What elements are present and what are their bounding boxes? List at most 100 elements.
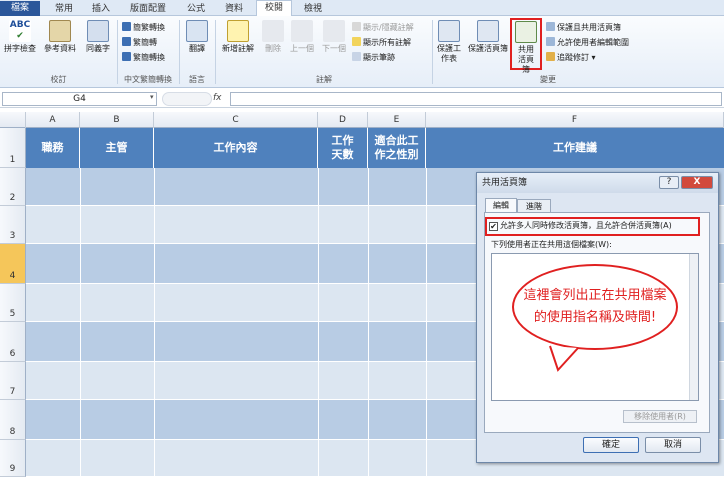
show-all-comments-button[interactable]: 顯示所有註解	[352, 37, 411, 49]
allow-edit-ranges-button[interactable]: 允許使用者編輯範圍	[546, 37, 629, 49]
remove-user-button[interactable]: 移除使用者(R)	[623, 410, 697, 423]
allow-multi-user-checkbox[interactable]: ✔	[489, 222, 498, 231]
thesaurus-book-icon	[87, 20, 109, 42]
protect-workbook-button[interactable]: 保護活頁簿	[466, 20, 510, 54]
group-label-chinese: 中文繁簡轉換	[124, 75, 172, 84]
new-comment-label: 新增註解	[222, 44, 254, 53]
delete-comment-icon	[262, 20, 284, 42]
show-ink-button[interactable]: 顯示筆跡	[352, 52, 395, 64]
column-gridline	[318, 168, 319, 477]
group-label-comments: 註解	[316, 75, 332, 84]
header-cell-days[interactable]: 工作天數	[318, 128, 368, 168]
listbox-scrollbar[interactable]	[689, 254, 698, 400]
simp-trad-button[interactable]: 繁簡轉	[122, 37, 157, 49]
allow-multi-user-row[interactable]: ✔ 允許多人同時修改活頁簿，且允許合併活頁簿(A)	[489, 220, 699, 233]
tab-file[interactable]: 檔案	[0, 1, 40, 16]
row-header-9[interactable]: 9	[0, 440, 26, 477]
translate-label: 翻譯	[189, 44, 205, 53]
chevron-down-icon[interactable]: ▾	[150, 93, 154, 101]
column-header-d[interactable]: D	[318, 112, 368, 128]
next-comment-icon	[323, 20, 345, 42]
column-header-b[interactable]: B	[80, 112, 154, 128]
share-workbook-label: 共用活頁簿	[518, 45, 534, 74]
convert-settings-button[interactable]: 繁簡轉換	[122, 52, 165, 64]
delete-comment-button[interactable]: 刪除	[262, 20, 284, 54]
translate-button[interactable]: 翻譯	[183, 20, 211, 54]
column-header-e[interactable]: E	[368, 112, 426, 128]
research-button[interactable]: 參考資料	[40, 20, 80, 54]
protect-and-share-button[interactable]: 保護且共用活頁簿	[546, 22, 621, 34]
previous-comment-icon	[291, 20, 313, 42]
users-list-label: 下列使用者正在共用這個檔案(W):	[491, 240, 612, 249]
ok-button[interactable]: 確定	[583, 437, 639, 453]
protect-workbook-label: 保護活頁簿	[468, 44, 508, 53]
row-header-1[interactable]: 1	[0, 128, 26, 168]
users-listbox[interactable]: 這裡會列出正在共用檔案的使用指名稱及時間!	[491, 253, 699, 401]
help-button[interactable]: ?	[659, 176, 679, 189]
header-cell-role[interactable]: 職務	[26, 128, 80, 168]
cancel-button[interactable]: 取消	[645, 437, 701, 453]
name-box[interactable]: G4	[2, 92, 157, 106]
row-header-5[interactable]: 5	[0, 284, 26, 322]
bubble-tail	[549, 345, 579, 372]
row-header-7[interactable]: 7	[0, 362, 26, 400]
comment-icon	[352, 22, 361, 31]
column-header-f[interactable]: F	[426, 112, 724, 128]
row-header-6[interactable]: 6	[0, 322, 26, 362]
tab-advanced[interactable]: 進階	[517, 199, 551, 213]
column-gridline	[80, 168, 81, 477]
tab-data[interactable]: 資料	[218, 2, 250, 16]
comments-icon	[352, 37, 361, 46]
protect-share-icon	[546, 22, 555, 31]
protect-sheet-icon	[438, 20, 460, 42]
previous-comment-label: 上一個	[290, 44, 314, 53]
share-workbook-button[interactable]: 共用活頁簿	[510, 18, 542, 74]
header-cell-suggestion[interactable]: 工作建議	[426, 128, 724, 168]
column-header-bar: A B C D E F	[0, 112, 724, 128]
fx-icon[interactable]: fx	[213, 93, 222, 103]
ink-icon	[352, 52, 361, 61]
convert-icon	[122, 22, 131, 31]
share-workbook-dialog: 共用活頁簿 ? X 編輯 進階 ✔ 允許多人同時修改活頁簿，且允許合併活頁簿(A)…	[476, 172, 719, 463]
formula-divider-handle[interactable]	[162, 92, 212, 106]
row-header-8[interactable]: 8	[0, 400, 26, 440]
new-comment-button[interactable]: 新增註解	[218, 20, 258, 54]
protect-sheet-label: 保護工作表	[437, 44, 461, 63]
spell-check-label: 拼字檢查	[4, 44, 36, 53]
thesaurus-button[interactable]: 同義字	[82, 20, 114, 54]
track-changes-button[interactable]: 追蹤修訂 ▾	[546, 52, 596, 64]
formula-bar: G4 ▾ fx	[0, 90, 724, 108]
close-button[interactable]: X	[681, 176, 713, 189]
show-hide-comment-button[interactable]: 顯示/隱藏註解	[352, 22, 414, 34]
select-all-corner[interactable]	[0, 112, 26, 128]
tab-view[interactable]: 檢視	[298, 2, 328, 16]
header-cell-gender[interactable]: 適合此工作之性別	[368, 128, 426, 168]
tab-editing[interactable]: 編輯	[485, 198, 517, 213]
row-header-2[interactable]: 2	[0, 168, 26, 206]
protect-sheet-button[interactable]: 保護工作表	[434, 20, 464, 64]
convert-icon	[122, 37, 131, 46]
column-header-c[interactable]: C	[154, 112, 318, 128]
spell-check-button[interactable]: ABC ✔ 拼字檢查	[3, 20, 37, 54]
thesaurus-label: 同義字	[86, 44, 110, 53]
allow-multi-user-label: 允許多人同時修改活頁簿，且允許合併活頁簿(A)	[500, 221, 672, 230]
share-workbook-icon	[515, 21, 537, 43]
convert-icon	[122, 52, 131, 61]
annotation-bubble: 這裡會列出正在共用檔案的使用指名稱及時間!	[512, 264, 678, 350]
next-comment-button[interactable]: 下一個	[319, 20, 349, 54]
row-header-4[interactable]: 4	[0, 244, 26, 284]
edit-ranges-icon	[546, 37, 555, 46]
header-cell-supervisor[interactable]: 主管	[80, 128, 154, 168]
trad-simp-button[interactable]: 簡繁轉換	[122, 22, 165, 34]
protect-workbook-icon	[477, 20, 499, 42]
previous-comment-button[interactable]: 上一個	[287, 20, 317, 54]
formula-input[interactable]	[230, 92, 722, 106]
header-cell-content[interactable]: 工作內容	[154, 128, 318, 168]
row-header-3[interactable]: 3	[0, 206, 26, 244]
tab-formulas[interactable]: 公式	[180, 2, 212, 16]
tab-insert[interactable]: 插入	[86, 2, 116, 16]
column-header-a[interactable]: A	[26, 112, 80, 128]
group-label-language: 語言	[189, 75, 205, 84]
tab-page-layout[interactable]: 版面配置	[124, 2, 172, 16]
tab-home[interactable]: 常用	[48, 2, 80, 16]
